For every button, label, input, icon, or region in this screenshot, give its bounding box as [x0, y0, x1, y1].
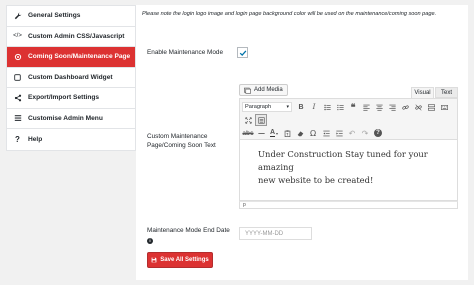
save-icon [151, 257, 157, 263]
nav-label: Coming Soon/Maintenance Page [28, 53, 131, 61]
remove-link-button[interactable] [412, 101, 424, 113]
svg-text:T: T [286, 132, 289, 136]
save-all-settings-label: Save All Settings [160, 257, 209, 263]
bullet-list-icon [323, 104, 331, 110]
keyboard-shortcuts-button[interactable]: ? [372, 127, 384, 139]
outdent-icon [322, 130, 330, 136]
wrench-icon [13, 11, 22, 20]
insert-link-button[interactable] [399, 101, 411, 113]
align-center-icon [375, 104, 383, 111]
italic-button[interactable]: I [308, 101, 320, 113]
checkmark-icon [239, 49, 246, 56]
nav-dashboard-widget[interactable]: Custom Dashboard Widget [7, 68, 135, 88]
fullscreen-button[interactable] [242, 114, 254, 126]
settings-panel: Please note the login logo image and log… [136, 5, 468, 280]
indent-button[interactable] [333, 127, 345, 139]
strikethrough-icon: abc [242, 129, 254, 137]
bullet-list-button[interactable] [321, 101, 333, 113]
paste-text-button[interactable]: T [281, 127, 293, 139]
unlink-icon [414, 104, 422, 110]
keyboard-icon [440, 104, 448, 110]
tab-visual[interactable]: Visual [411, 87, 434, 98]
text-block-icon [257, 116, 265, 124]
clear-formatting-button[interactable] [294, 127, 306, 139]
media-icon [244, 87, 251, 94]
align-center-button[interactable] [373, 101, 385, 113]
nav-general-settings[interactable]: General Settings [7, 6, 135, 27]
format-value: Paragraph [245, 104, 272, 110]
blockquote-button[interactable]: ❝ [347, 101, 359, 113]
editor-content-line2: new website to be created! [258, 175, 374, 185]
enable-maintenance-label: Enable Maintenance Mode [147, 49, 224, 56]
square-icon [13, 73, 22, 82]
clipboard-icon: T [284, 129, 290, 137]
add-media-button[interactable]: Add Media [239, 84, 288, 96]
tab-text[interactable]: Text [435, 87, 458, 98]
end-date-input[interactable]: YYYY-MM-DD [239, 227, 312, 240]
paragraph-format-select[interactable]: Paragraph ▾ [242, 102, 292, 112]
end-date-label-text: Maintenance Mode End Date [147, 227, 230, 234]
toolbar-toggle-button[interactable] [438, 101, 450, 113]
nav-export-import[interactable]: Export/Import Settings [7, 88, 135, 109]
strikethrough-button[interactable]: abc [242, 127, 254, 139]
special-character-button[interactable]: Ω [307, 127, 319, 139]
info-icon[interactable]: i [147, 238, 153, 244]
read-more-icon [427, 103, 435, 111]
bold-button[interactable]: B [295, 101, 307, 113]
end-date-label: Maintenance Mode End Date i [147, 227, 230, 245]
nav-label: Export/Import Settings [28, 94, 100, 102]
custom-text-label-line1: Custom Maintenance [147, 133, 208, 140]
undo-button[interactable]: ↶ [346, 127, 358, 139]
numbered-list-icon [336, 104, 344, 110]
enable-maintenance-checkbox[interactable] [237, 47, 248, 58]
distraction-free-button[interactable] [255, 114, 267, 126]
horizontal-line-button[interactable] [255, 127, 267, 139]
nav-label: Custom Dashboard Widget [28, 73, 113, 81]
nav-label: General Settings [28, 12, 81, 20]
nav-help[interactable]: ? Help [7, 129, 135, 150]
link-icon [401, 104, 409, 110]
nav-label: Custom Admin CSS/Javascript [28, 32, 125, 40]
editor-path-bar: p [239, 201, 458, 209]
editor-toolbar: Paragraph ▾ B I ❝ abc A ▾ T Ω ↶ ↷ ? [239, 98, 458, 140]
share-icon [13, 93, 22, 102]
nav-label: Customise Admin Menu [28, 114, 103, 122]
toolbar-row-3: abc A ▾ T Ω ↶ ↷ ? [242, 127, 384, 139]
align-left-icon [362, 104, 370, 111]
custom-text-label: Custom Maintenance Page/Coming Soon Text [147, 133, 216, 150]
nav-label: Help [28, 135, 43, 143]
add-media-label: Add Media [254, 87, 283, 93]
horizontal-line-icon [257, 132, 265, 134]
custom-text-label-line2: Page/Coming Soon Text [147, 141, 216, 149]
eraser-icon [297, 130, 303, 136]
editor-content-line1: Under Construction Stay tuned for your a… [258, 149, 428, 172]
text-color-icon: A [269, 129, 276, 137]
numbered-list-button[interactable] [334, 101, 346, 113]
editor-content-area[interactable]: Under Construction Stay tuned for your a… [239, 140, 458, 201]
help-icon: ? [15, 134, 20, 144]
indent-icon [335, 130, 343, 136]
chevron-down-icon: ▾ [276, 130, 279, 136]
notice-text: Please note the login logo image and log… [142, 11, 437, 17]
code-icon: </> [13, 33, 22, 40]
save-all-settings-button[interactable]: Save All Settings [147, 252, 213, 268]
nav-custom-admin-css[interactable]: </> Custom Admin CSS/Javascript [7, 27, 135, 47]
toolbar-row-1: Paragraph ▾ B I ❝ [242, 101, 450, 113]
redo-button[interactable]: ↷ [359, 127, 371, 139]
toolbar-row-2 [242, 114, 267, 126]
nav-coming-soon[interactable]: Coming Soon/Maintenance Page [7, 47, 135, 68]
fullscreen-icon [244, 116, 252, 124]
settings-sidebar: General Settings </> Custom Admin CSS/Ja… [6, 5, 136, 151]
outdent-button[interactable] [320, 127, 332, 139]
align-right-button[interactable] [386, 101, 398, 113]
gear-icon [13, 52, 22, 61]
align-left-button[interactable] [360, 101, 372, 113]
nav-customise-menu[interactable]: Customise Admin Menu [7, 109, 135, 129]
menu-icon [13, 114, 22, 123]
text-color-button[interactable]: A ▾ [268, 127, 280, 139]
align-right-icon [388, 104, 396, 111]
chevron-down-icon: ▾ [286, 104, 289, 110]
read-more-button[interactable] [425, 101, 437, 113]
help-icon: ? [374, 129, 382, 137]
